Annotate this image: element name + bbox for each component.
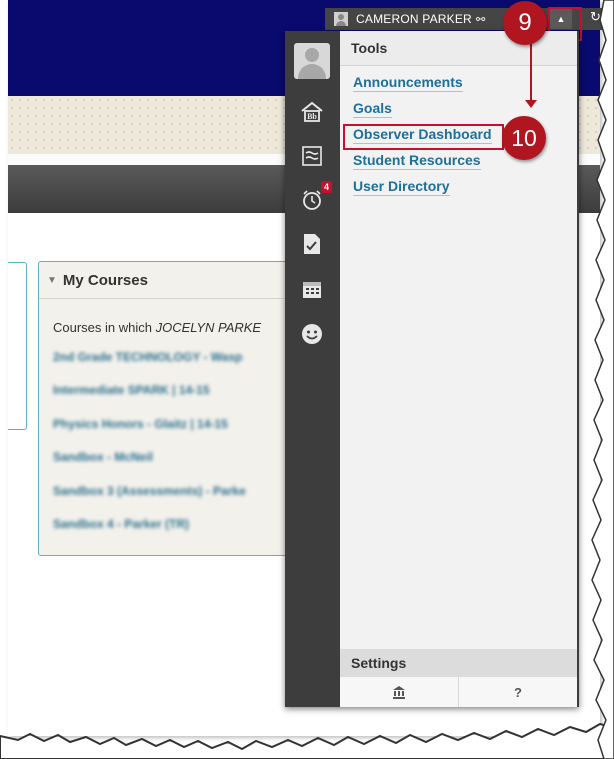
link-icon: ⚯ [475, 13, 486, 26]
announcements-link[interactable]: Announcements [353, 74, 463, 92]
settings-header: Settings [340, 649, 577, 677]
course-link[interactable]: Sandbox 4 - Parker (TR) [53, 517, 189, 531]
my-courses-title: My Courses [62, 271, 148, 289]
collapse-triangle-icon[interactable]: ▼ [47, 275, 57, 286]
step-10-callout: 10 [502, 116, 546, 160]
notification-count-badge: 4 [321, 181, 332, 193]
torn-bottom-edge [0, 722, 614, 759]
user-directory-link[interactable]: User Directory [353, 178, 450, 196]
bb-glyph: Bb [307, 112, 317, 121]
student-resources-link[interactable]: Student Resources [353, 152, 481, 170]
goals-link[interactable]: Goals [353, 100, 392, 118]
torn-right-edge [591, 0, 614, 759]
user-name[interactable]: CAMERON PARKER [356, 12, 472, 26]
courses-intro: Courses in which JOCELYN PARKE [53, 320, 261, 335]
course-link[interactable]: Sandbox - McNeil [53, 450, 153, 464]
course-link[interactable]: Intermediate SPARK | 14-15 [53, 383, 210, 397]
student-name: JOCELYN PARKE [155, 320, 262, 335]
my-courses-module: ▼ My Courses Courses in which JOCELYN PA… [38, 261, 310, 556]
user-avatar-icon [334, 12, 348, 26]
course-link[interactable]: Sandbox 3 (Assessments) - Parke [53, 484, 246, 498]
callout-arrow-head [525, 100, 537, 108]
avatar-icon[interactable] [294, 43, 330, 79]
step-10-highlight [343, 124, 504, 150]
menu-icon-rail: Bb 4 [285, 31, 340, 707]
stream-icon[interactable] [297, 141, 327, 171]
blackboard-home-icon[interactable]: Bb [297, 97, 327, 127]
course-link[interactable]: 2nd Grade TECHNOLOGY - Wasp [53, 350, 242, 364]
grades-icon[interactable] [297, 229, 327, 259]
smiley-icon[interactable] [297, 319, 327, 349]
left-module-panel [8, 262, 27, 430]
step-9-callout: 9 [503, 1, 547, 45]
callout-arrow-line [530, 44, 532, 104]
course-link[interactable]: Physics Honors - Glaitz | 14-15 [53, 417, 228, 431]
my-courses-header[interactable]: ▼ My Courses [39, 262, 309, 299]
calendar-icon[interactable] [297, 274, 327, 304]
courses-intro-prefix: Courses in which [53, 320, 156, 335]
